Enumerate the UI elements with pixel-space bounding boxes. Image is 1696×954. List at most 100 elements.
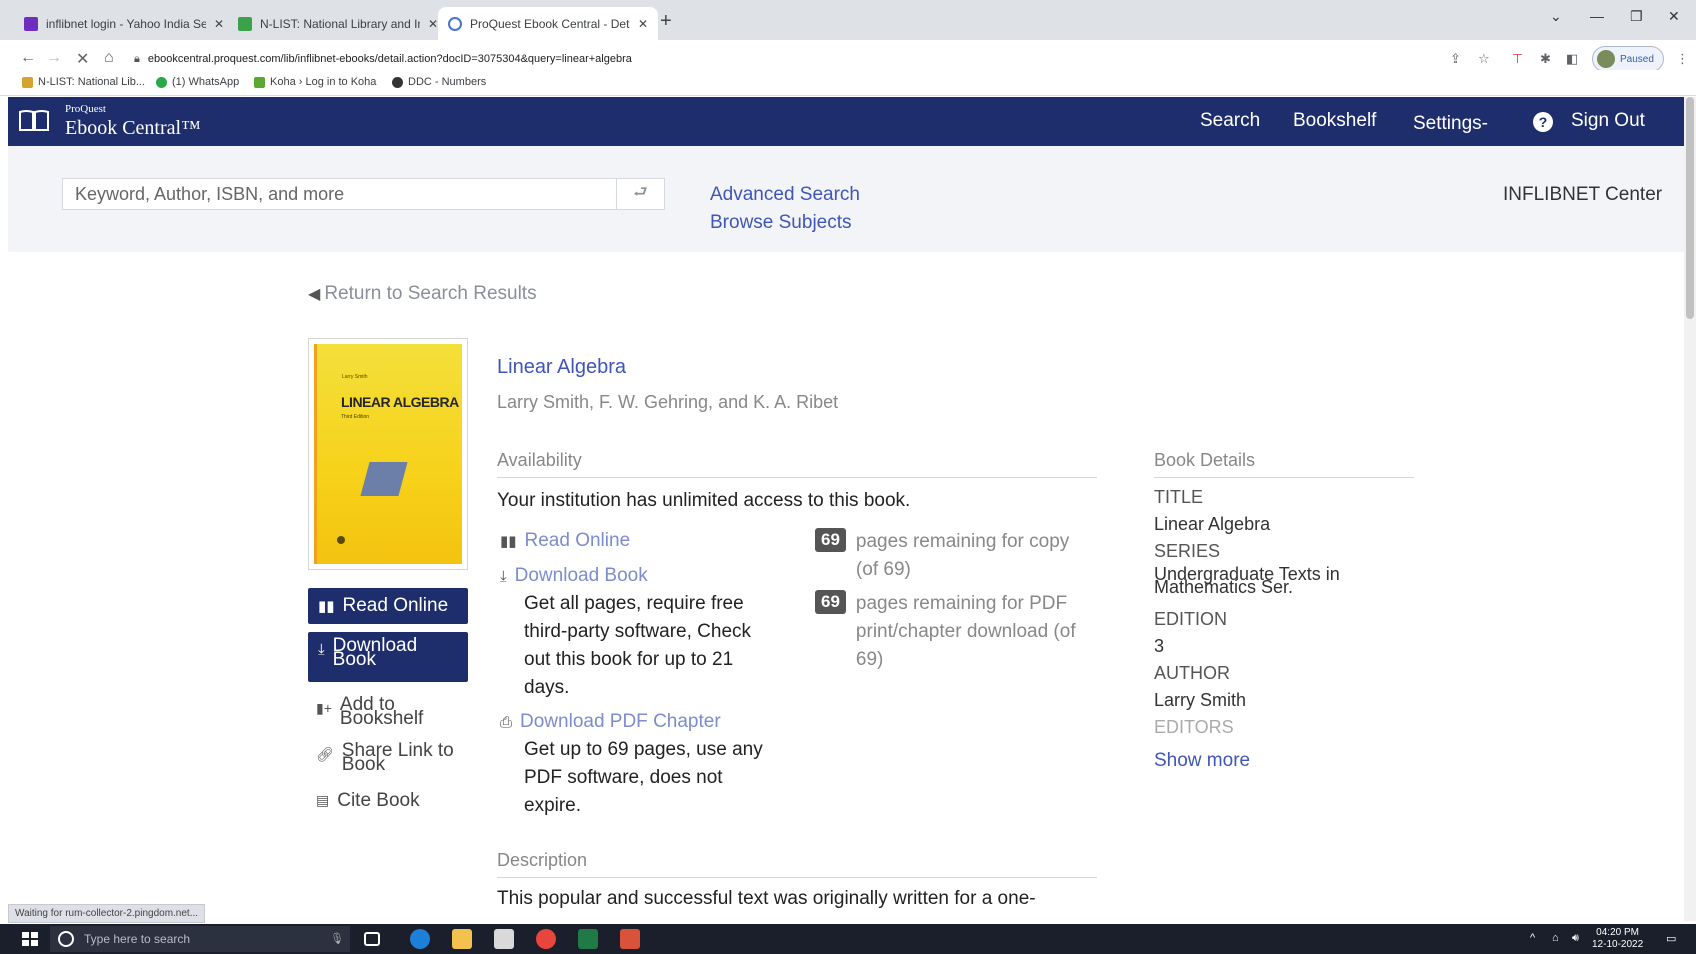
download-book-button[interactable]: ⤓ Download Book: [308, 632, 468, 682]
download-icon: ⤓: [500, 567, 507, 585]
book-cover: Larry Smith LINEAR ALGEBRA Third Edition: [314, 344, 462, 564]
nav-sign-out[interactable]: Sign Out: [1571, 110, 1645, 132]
lock-icon: 🔒︎: [134, 52, 140, 65]
add-to-bookshelf-link[interactable]: ▮+ Add to Bookshelf: [316, 694, 440, 729]
forward-icon[interactable]: →: [46, 49, 62, 67]
network-icon[interactable]: ⌂: [1552, 932, 1559, 944]
bookmark-ddc[interactable]: DDC - Numbers: [392, 76, 486, 88]
taskbar-search-placeholder: Type here to search: [84, 932, 191, 946]
windows-taskbar: Type here to search 🎙︎ ^ ⌂ 🔊︎ 04:20 PM 1…: [0, 924, 1696, 954]
chrome-browser-icon[interactable]: [536, 929, 556, 949]
extension-icon[interactable]: ⊤: [1512, 51, 1523, 67]
link-label: Cite Book: [337, 790, 420, 811]
extensions-puzzle-icon[interactable]: ✱: [1540, 51, 1551, 67]
scrollbar-thumb[interactable]: [1686, 97, 1694, 319]
description-heading: Description: [497, 850, 1097, 878]
nav-bookshelf[interactable]: Bookshelf: [1293, 110, 1376, 132]
microphone-icon[interactable]: 🎙︎: [330, 932, 344, 945]
return-to-results-link[interactable]: ◀ Return to Search Results: [308, 283, 537, 305]
bookmark-whatsapp[interactable]: (1) WhatsApp: [156, 76, 239, 88]
close-icon[interactable]: ✕: [428, 17, 438, 31]
cortana-icon: [58, 931, 74, 947]
cover-graphic: [360, 462, 408, 496]
volume-icon[interactable]: 🔊︎: [1572, 932, 1579, 945]
site-header: ProQuest Ebook Central™ Search Bookshelf…: [8, 97, 1688, 146]
windows-start-icon[interactable]: [22, 932, 38, 946]
nav-settings[interactable]: Settings-: [1413, 113, 1488, 135]
return-label: Return to Search Results: [324, 283, 537, 304]
brand-ebook-central[interactable]: Ebook Central™: [65, 117, 201, 140]
profile-button[interactable]: Paused: [1592, 46, 1664, 72]
search-input[interactable]: [62, 178, 617, 210]
browser-tab-3[interactable]: ProQuest Ebook Central - Detai ✕: [438, 7, 659, 40]
url-field[interactable]: 🔒︎ ebookcentral.proquest.com/lib/inflibn…: [134, 46, 1434, 72]
link-label: Add to Bookshelf: [339, 694, 424, 729]
nlist-icon: [238, 16, 252, 31]
page-scrollbar[interactable]: [1684, 97, 1696, 921]
bookmark-star-icon[interactable]: ☆: [1478, 51, 1490, 67]
detail-edition-value: 3: [1154, 636, 1165, 656]
description-text: This popular and successful text was ori…: [497, 888, 1036, 909]
print-pages-count: 69 pages remaining for PDF print/chapter…: [815, 590, 1096, 674]
close-icon[interactable]: ✕: [214, 17, 224, 31]
open-book-logo-icon[interactable]: [18, 108, 50, 134]
whatsapp-icon: [156, 76, 167, 88]
minimize-icon[interactable]: —: [1590, 8, 1604, 24]
menu-kebab-icon[interactable]: ⋮: [1676, 51, 1689, 67]
tab-search-icon[interactable]: ⌄: [1550, 8, 1562, 25]
koha-icon: [254, 76, 265, 88]
close-window-icon[interactable]: ✕: [1668, 8, 1680, 25]
browse-subjects-link[interactable]: Browse Subjects: [710, 212, 852, 234]
sidebar-icon[interactable]: ◧: [1566, 51, 1578, 67]
search-submit-icon[interactable]: ⮐: [617, 178, 665, 210]
taskbar-search[interactable]: Type here to search: [50, 926, 350, 952]
browser-tab-1[interactable]: inflibnet login - Yahoo India Sea ✕: [14, 7, 234, 40]
notifications-icon[interactable]: ▭: [1666, 932, 1676, 945]
arrow-left-icon: ◀: [308, 286, 321, 303]
book-open-icon: ▮▮: [500, 533, 517, 550]
nlist-icon: [22, 76, 33, 88]
download-book-option[interactable]: ⤓ Download Book: [500, 565, 648, 587]
close-icon[interactable]: ✕: [638, 17, 648, 31]
file-explorer-icon[interactable]: [452, 929, 472, 949]
share-link-button[interactable]: 🔗︎ Share Link to Book: [316, 741, 462, 774]
button-label: Download Book: [332, 635, 418, 670]
bookmark-koha[interactable]: Koha › Log in to Koha: [254, 76, 376, 88]
bookmarks-bar: N-LIST: National Lib... (1) WhatsApp Koh…: [0, 70, 1696, 96]
home-icon[interactable]: ⌂: [104, 49, 114, 67]
book-details-heading: Book Details: [1154, 450, 1414, 478]
option-label: Download Book: [514, 565, 648, 586]
help-icon[interactable]: ?: [1533, 112, 1553, 132]
globe-icon: [392, 76, 403, 88]
detail-editors-label: EDITORS: [1154, 717, 1234, 737]
advanced-search-link[interactable]: Advanced Search: [710, 184, 860, 206]
excel-icon[interactable]: [578, 929, 598, 949]
taskbar-clock[interactable]: 04:20 PM 12-10-2022: [1592, 927, 1643, 951]
detail-author-label: AUTHOR: [1154, 663, 1230, 683]
download-pdf-option[interactable]: ⎙ Download PDF Chapter: [500, 711, 721, 733]
nav-search[interactable]: Search: [1200, 110, 1260, 132]
read-online-option[interactable]: ▮▮ Read Online: [500, 530, 630, 552]
profile-status: Paused: [1620, 53, 1654, 65]
task-view-icon[interactable]: [364, 932, 380, 946]
bookmark-nlist[interactable]: N-LIST: National Lib...: [22, 76, 145, 88]
store-icon[interactable]: [494, 929, 514, 949]
new-tab-button[interactable]: +: [660, 10, 672, 33]
share-icon[interactable]: ⇪: [1450, 51, 1461, 67]
detail-series-value: Undergraduate Texts in Mathematics Ser.: [1154, 564, 1340, 597]
tray-chevron-icon[interactable]: ^: [1530, 932, 1535, 944]
pdf-app-icon[interactable]: [620, 929, 640, 949]
browser-tab-2[interactable]: N-LIST: National Library and Inf ✕: [228, 7, 448, 40]
show-more-link[interactable]: Show more: [1154, 750, 1250, 772]
stop-icon[interactable]: ✕: [76, 49, 89, 69]
edge-browser-icon[interactable]: [410, 929, 430, 949]
brand-proquest: ProQuest: [65, 103, 106, 115]
maximize-icon[interactable]: ❐: [1630, 8, 1643, 25]
printer-icon: ⎙: [500, 713, 513, 731]
book-title[interactable]: Linear Algebra: [497, 356, 626, 379]
cite-icon: ▤: [316, 792, 330, 808]
back-icon[interactable]: ←: [20, 49, 36, 67]
read-online-button[interactable]: ▮▮ Read Online: [308, 588, 468, 624]
detail-author-value: Larry Smith: [1154, 690, 1247, 710]
cite-book-link[interactable]: ▤ Cite Book: [316, 790, 420, 812]
